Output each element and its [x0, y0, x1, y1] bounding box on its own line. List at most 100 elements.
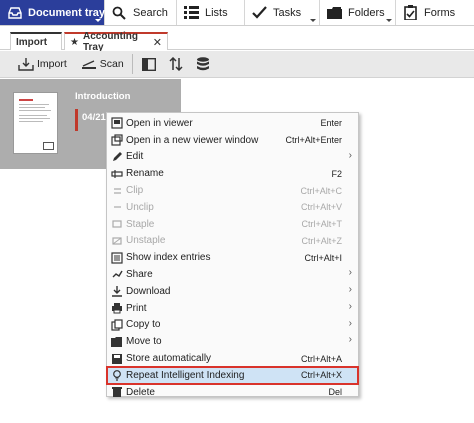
printer-icon — [107, 302, 126, 314]
menu-item-delete[interactable]: Delete Del — [107, 384, 358, 401]
document-context-menu: Open in viewer Enter Open in a new viewer … — [106, 112, 359, 398]
preview-pane-button[interactable] — [137, 54, 164, 74]
scan-button[interactable]: Scan — [77, 54, 128, 74]
trash-icon — [107, 386, 126, 398]
nav-label: Search — [133, 6, 168, 19]
menu-item-store-automatically[interactable]: Store automatically Ctrl+Alt+A — [107, 350, 358, 367]
document-status-marker — [75, 109, 78, 131]
tab-label: Accounting Tray — [82, 31, 138, 53]
move-icon — [107, 336, 126, 348]
nav-forms[interactable]: Forms — [396, 0, 474, 25]
nav-tasks[interactable]: Tasks — [245, 0, 320, 25]
folder-icon — [326, 5, 342, 21]
download-icon — [107, 285, 126, 298]
menu-item-share[interactable]: Share › — [107, 266, 358, 283]
menu-item-label: Download — [126, 285, 171, 297]
store-icon — [107, 353, 126, 365]
chevron-right-icon: › — [348, 267, 352, 279]
sort-arrows-icon — [168, 57, 184, 71]
menu-item-shortcut: Ctrl+Alt+Enter — [285, 135, 342, 146]
menu-item-label: Open in a new viewer window — [126, 134, 259, 146]
preview-pane-icon — [141, 57, 157, 71]
chevron-down-icon[interactable] — [310, 19, 316, 22]
checkmark-icon — [251, 5, 267, 21]
import-button[interactable]: Import — [14, 54, 71, 74]
edit-pencil-icon — [107, 151, 126, 163]
nav-label: Lists — [205, 6, 228, 19]
chevron-right-icon: › — [348, 283, 352, 295]
nav-search[interactable]: Search — [105, 0, 177, 25]
menu-item-shortcut: Ctrl+Alt+I — [304, 252, 342, 263]
database-icon — [195, 57, 211, 71]
top-navigation: Document trays Search Lists Tasks Folder… — [0, 0, 474, 26]
menu-item-shortcut: F2 — [331, 168, 342, 179]
chevron-down-icon[interactable] — [95, 19, 101, 22]
menu-item-show-index-entries[interactable]: Show index entries Ctrl+Alt+I — [107, 249, 358, 266]
tab-import[interactable]: Import — [10, 32, 62, 50]
nav-lists[interactable]: Lists — [177, 0, 245, 25]
lightbulb-icon — [107, 369, 126, 381]
menu-item-label: Clip — [126, 185, 144, 197]
unclip-icon — [107, 201, 126, 213]
staple-icon — [107, 218, 126, 230]
menu-item-unclip: Unclip Ctrl+Alt+V — [107, 199, 358, 216]
scanner-icon — [81, 57, 97, 71]
star-icon: ★ — [70, 36, 79, 48]
menu-item-label: Print — [126, 302, 147, 314]
copy-icon — [107, 319, 126, 331]
close-icon[interactable]: ✕ — [153, 36, 162, 49]
menu-item-rename[interactable]: Rename F2 — [107, 165, 358, 182]
menu-item-shortcut: Del — [328, 387, 342, 398]
document-thumbnail — [13, 92, 58, 154]
menu-item-shortcut: Enter — [320, 118, 342, 129]
menu-item-unstaple: Unstaple Ctrl+Alt+Z — [107, 233, 358, 250]
chevron-right-icon: › — [348, 300, 352, 312]
chevron-right-icon: › — [348, 149, 352, 161]
menu-item-label: Unstaple — [126, 235, 166, 247]
toolbar-divider — [131, 54, 133, 74]
menu-item-open-in-a-new-viewer-window[interactable]: Open in a new viewer window Ctrl+Alt+Ente… — [107, 132, 358, 149]
share-icon — [107, 269, 126, 281]
menu-item-open-in-viewer[interactable]: Open in viewer Enter — [107, 115, 358, 132]
email-envelope-icon — [43, 142, 54, 150]
inbox-tray-icon — [8, 5, 22, 21]
chevron-right-icon: › — [348, 317, 352, 329]
import-tray-icon — [18, 57, 34, 71]
menu-item-label: Staple — [126, 218, 155, 230]
menu-item-shortcut: Ctrl+Alt+Z — [301, 235, 342, 246]
menu-item-shortcut: Ctrl+Alt+V — [300, 202, 342, 213]
form-clipboard-icon — [402, 5, 418, 21]
menu-item-shortcut: Ctrl+Alt+X — [300, 370, 342, 381]
unstaple-icon — [107, 235, 126, 247]
clip-icon — [107, 185, 126, 197]
rename-icon — [107, 168, 126, 180]
tray-toolbar: Import Scan — [0, 51, 474, 78]
menu-item-download[interactable]: Download › — [107, 283, 358, 300]
nav-label: Forms — [424, 6, 456, 19]
document-date: 04/21 — [82, 112, 106, 123]
menu-item-label: Delete — [126, 386, 155, 398]
menu-item-label: Move to — [126, 336, 162, 348]
menu-item-shortcut: Ctrl+Alt+C — [300, 185, 342, 196]
scan-label: Scan — [99, 58, 124, 70]
nav-folders[interactable]: Folders — [320, 0, 396, 25]
menu-item-label: Open in viewer — [126, 117, 193, 129]
database-button[interactable] — [191, 54, 218, 74]
list-icon — [183, 5, 199, 21]
nav-document-trays[interactable]: Document trays — [0, 0, 111, 25]
menu-item-label: Repeat Intelligent Indexing — [126, 369, 245, 381]
menu-item-print[interactable]: Print › — [107, 300, 358, 317]
menu-item-copy-to[interactable]: Copy to › — [107, 317, 358, 334]
tab-accounting-tray[interactable]: ★ Accounting Tray ✕ — [64, 31, 168, 53]
nav-label: Tasks — [273, 6, 302, 19]
import-label: Import — [37, 58, 67, 70]
menu-item-move-to[interactable]: Move to › — [107, 333, 358, 350]
menu-item-label: Store automatically — [126, 353, 212, 365]
sort-button[interactable] — [164, 54, 191, 74]
menu-item-label: Copy to — [126, 319, 161, 331]
chevron-down-icon[interactable] — [386, 19, 392, 22]
menu-item-edit[interactable]: Edit › — [107, 149, 358, 166]
search-icon — [111, 5, 127, 21]
menu-item-repeat-intelligent-indexing[interactable]: Repeat Intelligent Indexing Ctrl+Alt+X — [106, 365, 359, 385]
nav-label: Document trays — [28, 6, 112, 19]
